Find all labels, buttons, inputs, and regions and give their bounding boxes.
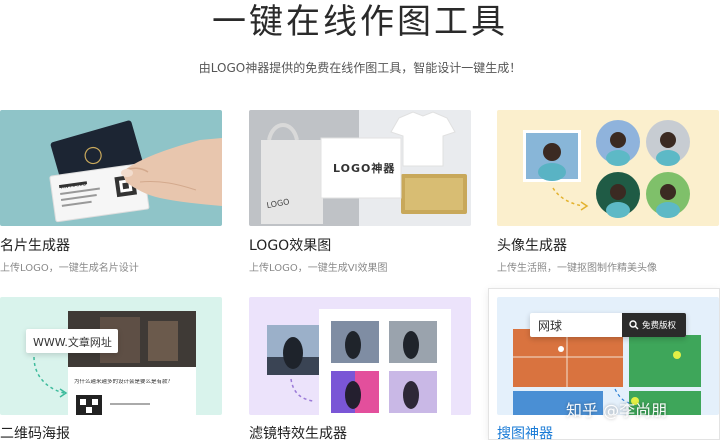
card-description: 上传生活照，一键抠图制作精美头像: [497, 263, 657, 274]
card-title[interactable]: 滤镜特效生成器: [249, 423, 347, 440]
poster-question: 为什么越来越多的设计会是要么是有款？: [74, 379, 174, 385]
avatar-thumbnail: [497, 110, 719, 226]
card-description: 上传LOGO，一键生成VI效果图: [249, 263, 388, 274]
search-icon: [629, 320, 639, 330]
search-button-label: 免费版权: [642, 321, 677, 331]
card-title[interactable]: 搜图神器: [497, 423, 553, 440]
qr-poster-illustration: [33, 311, 196, 415]
card-title[interactable]: 名片生成器: [0, 235, 70, 255]
qr-poster-thumbnail: WWW.文章网址 为什么越来越多的设计会是要么是有款？: [0, 297, 222, 415]
search-input-text[interactable]: 网球: [538, 317, 562, 334]
hero-title: 一键在线作图工具: [212, 2, 508, 42]
hero-subtitle: 由LOGO神器提供的免费在线作图工具，智能设计一键生成！: [198, 61, 522, 75]
logo-mockup-thumbnail: LOGO LOGO神器: [249, 110, 471, 226]
business-card-thumbnail: TIN MARIO: [0, 110, 222, 226]
url-label: WWW.文章网址: [33, 336, 112, 349]
avatar-illustration: [523, 120, 690, 218]
logo-mockup-brand: LOGO神器: [333, 162, 396, 175]
card-title[interactable]: 二维码海报: [0, 423, 70, 440]
card-title[interactable]: 头像生成器: [497, 235, 567, 255]
watermark: 知乎 @李尚朋: [566, 401, 668, 420]
business-card-illustration: [49, 120, 222, 223]
card-description: 上传LOGO，一键生成名片设计: [0, 263, 139, 274]
card-title[interactable]: LOGO效果图: [249, 235, 331, 255]
filter-effects-illustration: [267, 309, 451, 415]
filter-effects-thumbnail: [249, 297, 471, 415]
